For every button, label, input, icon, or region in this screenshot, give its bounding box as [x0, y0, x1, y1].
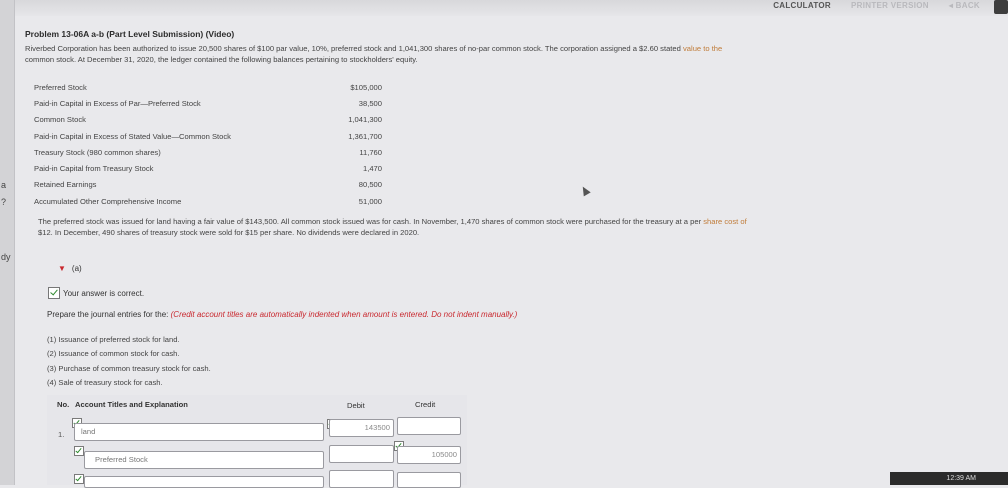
balance-label: Preferred Stock	[34, 82, 87, 92]
balance-label: Paid-in Capital in Excess of Par—Preferr…	[34, 98, 201, 108]
credit-input[interactable]	[397, 472, 461, 488]
problem-title: Problem 13-06A a-b (Part Level Submissio…	[25, 29, 235, 39]
balance-label: Accumulated Other Comprehensive Income	[34, 196, 182, 206]
header-credit: Credit	[415, 400, 436, 409]
balance-amount: 38,500	[358, 98, 382, 108]
side-mark: a	[1, 180, 7, 190]
mouse-pointer-icon	[579, 184, 591, 197]
account-title-input[interactable]: Preferred Stock	[84, 451, 324, 469]
intro-text-line2: common stock. At December 31, 2020, the …	[25, 55, 418, 64]
instruction-hint: (Credit account titles are automatically…	[170, 310, 518, 319]
row-number: 1.	[58, 430, 65, 439]
check-icon	[74, 474, 84, 484]
balance-row: Preferred Stock $105,000	[34, 79, 382, 95]
instructions: Prepare the journal entries for the: (Cr…	[47, 310, 517, 319]
side-mark: dy	[1, 252, 11, 262]
balance-row: Paid-in Capital from Treasury Stock 1,470	[34, 160, 382, 176]
balance-amount: 1,470	[362, 164, 382, 174]
balance-amount: 11,760	[359, 147, 382, 157]
check-icon	[74, 446, 84, 456]
problem-intro: Riverbed Corporation has been authorized…	[25, 43, 1000, 65]
balance-amount: 51,000	[358, 196, 382, 206]
left-edge-strip: a ? dy	[0, 0, 15, 485]
debit-input[interactable]	[329, 470, 394, 488]
top-toolbar: CALCULATOR PRINTER VERSION ◂ BACK	[0, 0, 1008, 16]
balance-label: Common Stock	[34, 115, 86, 125]
printer-version-link[interactable]: PRINTER VERSION	[851, 1, 929, 10]
balance-label: Paid-in Capital in Excess of Stated Valu…	[34, 131, 231, 141]
correct-status: Your answer is correct.	[48, 287, 144, 299]
problem-details: The preferred stock was issued for land …	[38, 216, 1003, 238]
balance-row: Treasury Stock (980 common shares) 11,760	[34, 144, 382, 160]
correct-message: Your answer is correct.	[63, 288, 145, 298]
balance-amount: $105,000	[350, 82, 382, 92]
header-account: Account Titles and Explanation	[75, 400, 188, 409]
list-item: (3) Purchase of common treasury stock fo…	[47, 363, 211, 373]
balance-row: Paid-in Capital in Excess of Par—Preferr…	[34, 95, 382, 111]
part-label: (a)	[71, 264, 82, 273]
toolbar-links: CALCULATOR PRINTER VERSION ◂ BACK	[773, 1, 980, 10]
debit-input[interactable]: 143500	[329, 419, 394, 437]
calculator-link[interactable]: CALCULATOR	[773, 1, 831, 10]
balance-row: Common Stock 1,041,300	[34, 112, 382, 128]
part-a-toggle[interactable]: ▼ (a)	[58, 264, 82, 273]
header-debit: Debit	[347, 401, 365, 410]
list-item: (1) Issuance of preferred stock for land…	[47, 335, 180, 344]
balance-row: Retained Earnings 80,500	[34, 177, 382, 193]
balance-row: Accumulated Other Comprehensive Income 51…	[34, 193, 382, 209]
intro-text: Riverbed Corporation has been authorized…	[25, 44, 681, 53]
balance-amount: 1,041,300	[348, 115, 382, 125]
instruction-main: Prepare the journal entries for the:	[47, 310, 169, 319]
intro-faded-text: value to the	[682, 44, 723, 53]
side-mark: ?	[1, 197, 7, 207]
credit-input[interactable]: 105000	[397, 446, 461, 464]
check-icon	[48, 287, 60, 299]
balance-label: Paid-in Capital from Treasury Stock	[34, 164, 154, 174]
details-text: The preferred stock was issued for land …	[38, 217, 702, 226]
balance-label: Treasury Stock (980 common shares)	[34, 147, 161, 157]
balance-label: Retained Earnings	[34, 180, 97, 190]
list-item: (4) Sale of treasury stock for cash.	[47, 377, 163, 387]
account-title-input[interactable]: land	[74, 423, 324, 441]
details-faded-text: share cost of	[703, 217, 747, 226]
header-no: No.	[57, 400, 70, 409]
back-link[interactable]: ◂ BACK	[949, 1, 980, 10]
list-item: (2) Issuance of common stock for cash.	[47, 349, 180, 359]
details-text-line2: $12. In December, 490 shares of treasury…	[38, 228, 420, 237]
balance-row: Paid-in Capital in Excess of Stated Valu…	[34, 128, 382, 144]
balance-amount: 1,361,700	[348, 131, 382, 141]
balances-table: Preferred Stock $105,000 Paid-in Capital …	[34, 79, 382, 209]
credit-input[interactable]	[397, 417, 461, 435]
system-clock: 12:39 AM	[890, 472, 1008, 485]
corner-app-icon[interactable]	[994, 0, 1008, 14]
balance-amount: 80,500	[358, 180, 382, 190]
caret-down-icon: ▼	[58, 264, 66, 273]
debit-input[interactable]	[329, 445, 394, 463]
steps-list: (1) Issuance of preferred stock for land…	[47, 333, 211, 390]
account-title-input[interactable]	[84, 476, 324, 488]
